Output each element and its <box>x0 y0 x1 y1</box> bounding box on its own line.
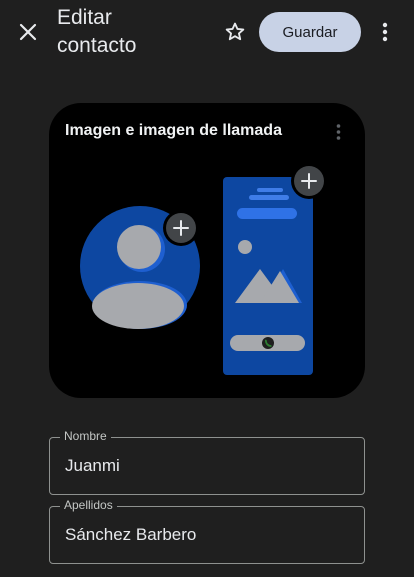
favorite-button[interactable] <box>222 19 248 45</box>
call-image-preview[interactable] <box>223 177 313 375</box>
add-photo-button[interactable] <box>163 210 199 246</box>
photo-card-more-button[interactable] <box>331 121 345 143</box>
photo-card-illustration <box>80 163 327 375</box>
add-call-image-button[interactable] <box>291 163 327 199</box>
last-name-value[interactable]: Sánchez Barbero <box>65 525 196 545</box>
more-vertical-icon <box>336 124 340 140</box>
page-title-line1: Editar <box>57 6 112 29</box>
top-app-bar: Editar contacto Guardar <box>0 0 414 64</box>
page-title-line2: contacto <box>57 34 137 57</box>
close-icon <box>19 23 37 41</box>
photo-card: Imagen e imagen de llamada <box>49 103 365 398</box>
first-name-value[interactable]: Juanmi <box>65 456 120 476</box>
more-options-button[interactable] <box>376 20 394 44</box>
more-vertical-icon <box>382 22 388 42</box>
last-name-field[interactable]: Apellidos Sánchez Barbero <box>49 498 365 564</box>
page-title: Editar contacto <box>57 4 187 60</box>
first-name-field[interactable]: Nombre Juanmi <box>49 429 365 495</box>
star-outline-icon <box>225 22 245 41</box>
photo-card-title: Imagen e imagen de llamada <box>65 122 282 139</box>
close-button[interactable] <box>14 18 42 46</box>
first-name-label: Nombre <box>60 429 111 443</box>
last-name-label: Apellidos <box>60 498 117 512</box>
save-button[interactable]: Guardar <box>259 12 361 52</box>
